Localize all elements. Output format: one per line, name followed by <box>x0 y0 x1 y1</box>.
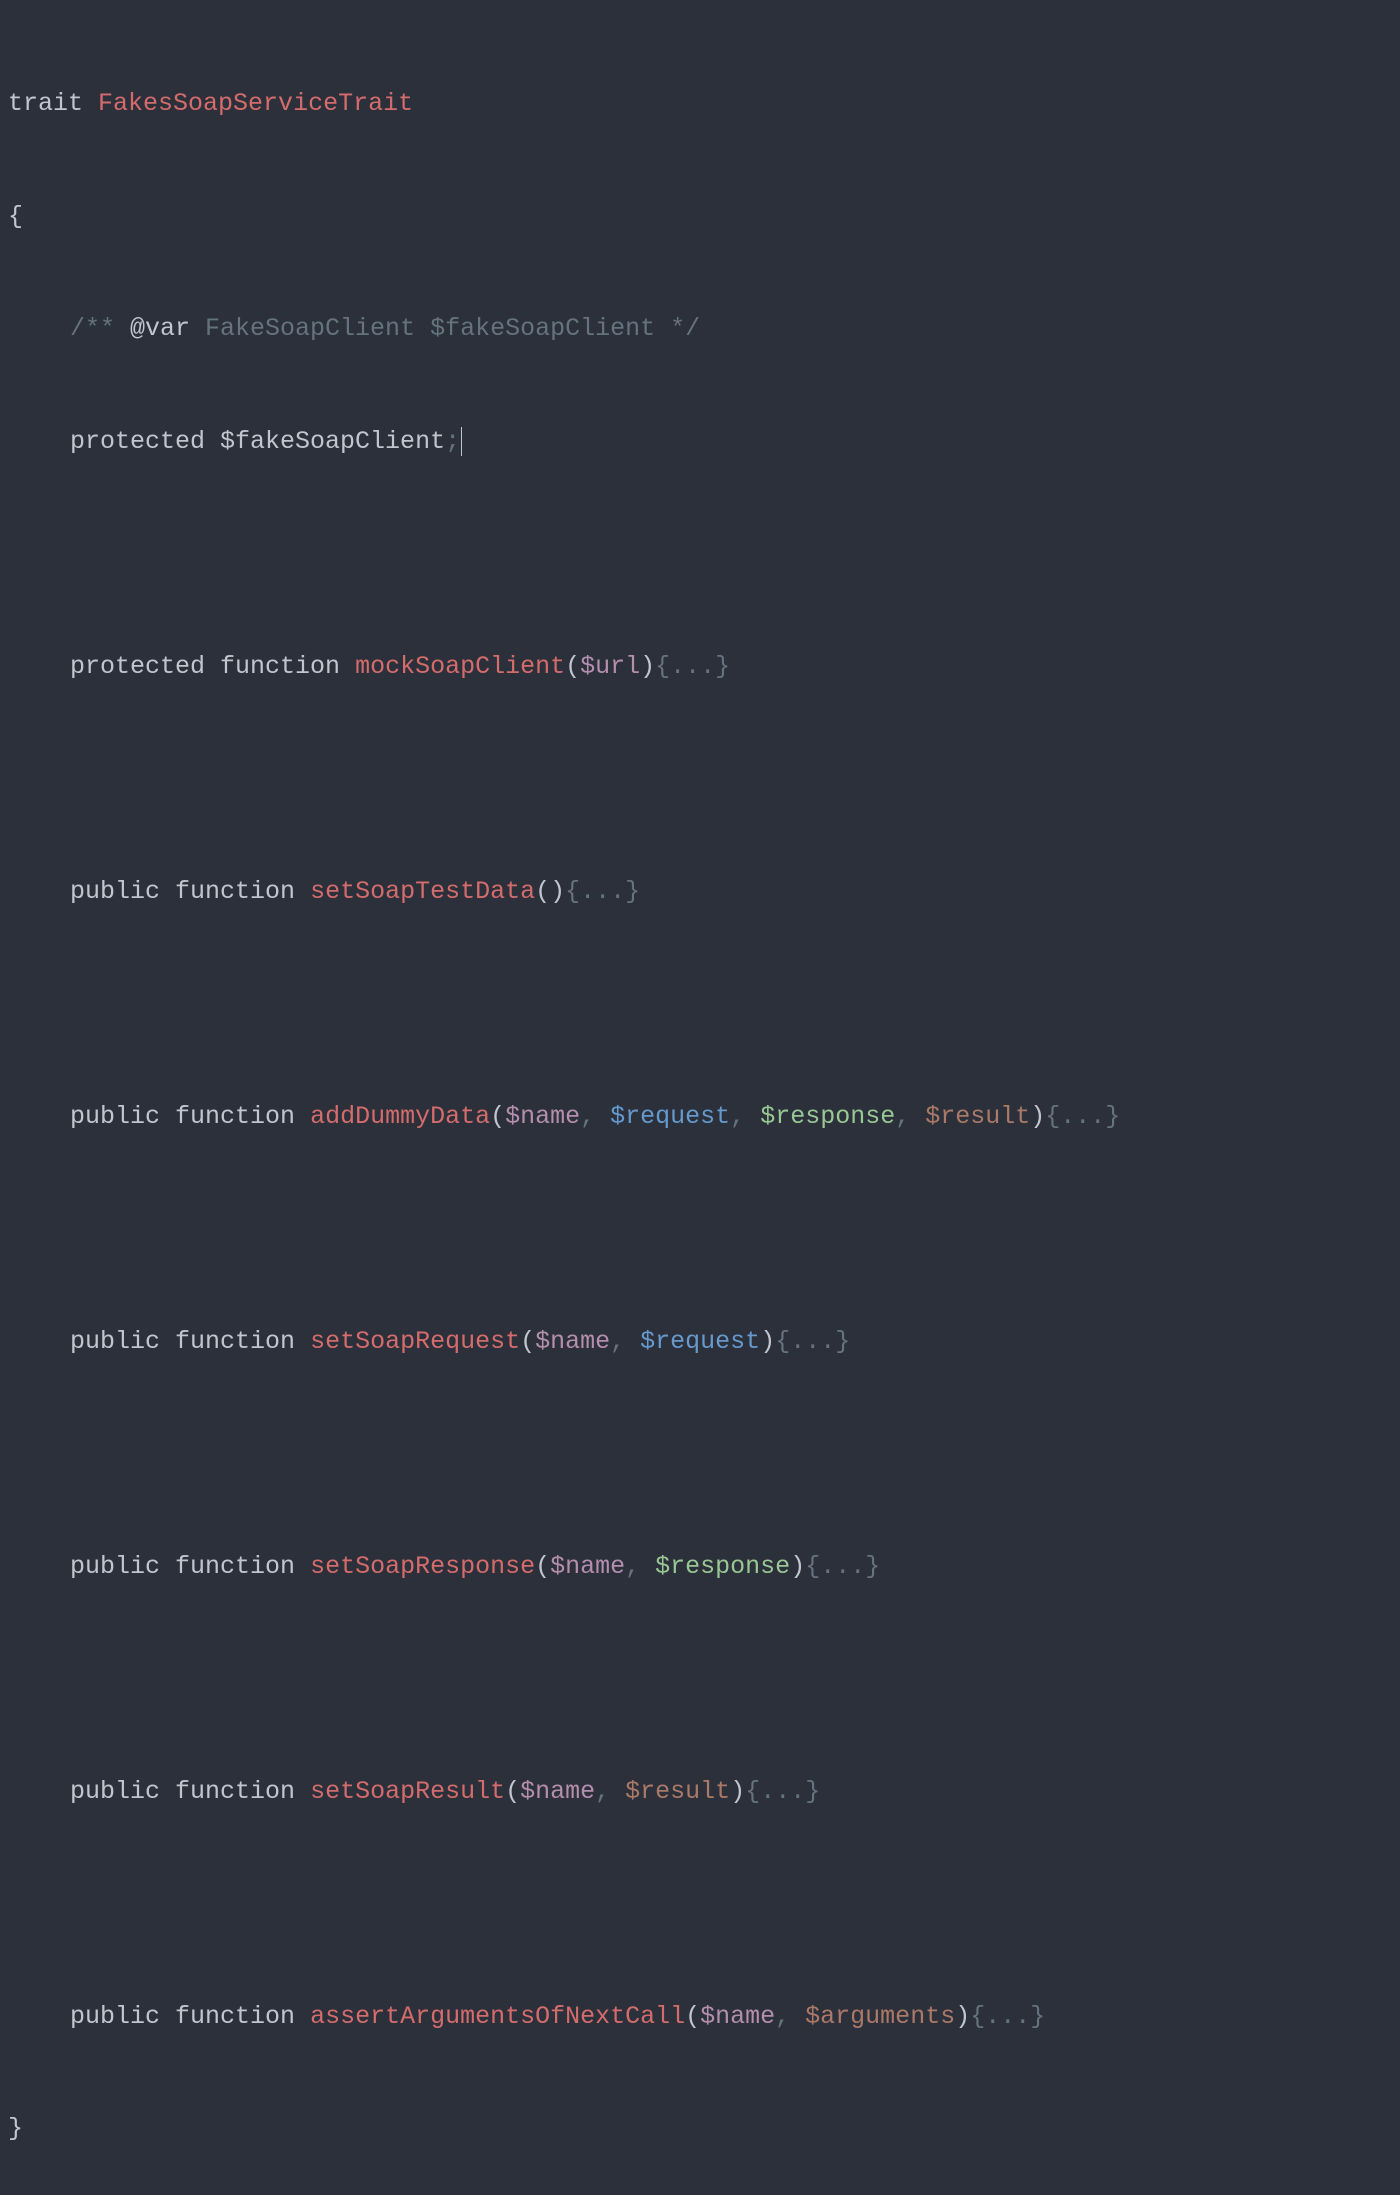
doc-comment-close: */ <box>670 314 700 343</box>
param: $arguments <box>805 2002 955 2031</box>
trait-name: FakesSoapServiceTrait <box>98 89 413 118</box>
paren-close: ) <box>790 1552 805 1581</box>
keyword-function: function <box>175 877 310 906</box>
code-line: trait FakesSoapServiceTrait <box>8 85 1392 123</box>
paren-open: ( <box>520 1327 535 1356</box>
method-setSoapResult: public function setSoapResult($name, $re… <box>8 1773 1392 1811</box>
keyword-function: function <box>175 1102 310 1131</box>
method-setSoapResponse: public function setSoapResponse($name, $… <box>8 1548 1392 1586</box>
close-brace: } <box>8 2114 23 2143</box>
blank-line <box>8 1885 1392 1923</box>
paren-close: ) <box>640 652 655 681</box>
method-name: setSoapResponse <box>310 1552 535 1581</box>
paren-open: ( <box>535 1552 550 1581</box>
param: $name <box>550 1552 625 1581</box>
blank-line <box>8 760 1392 798</box>
param: $request <box>610 1102 730 1131</box>
keyword-function: function <box>220 652 355 681</box>
doc-type: FakeSoapClient <box>205 314 430 343</box>
modifier-protected: protected <box>70 652 220 681</box>
code-line: { <box>8 198 1392 236</box>
paren-open: ( <box>565 652 580 681</box>
code-line: /** @var FakeSoapClient $fakeSoapClient … <box>8 310 1392 348</box>
property-var: $fakeSoapClient <box>220 427 445 456</box>
param: $result <box>625 1777 730 1806</box>
method-assertArgumentsOfNextCall: public function assertArgumentsOfNextCal… <box>8 1998 1392 2036</box>
method-addDummyData: public function addDummyData($name, $req… <box>8 1098 1392 1136</box>
folded-body[interactable]: {...} <box>655 652 730 681</box>
comma: , <box>625 1552 655 1581</box>
paren-open: ( <box>685 2002 700 2031</box>
folded-body[interactable]: {...} <box>565 877 640 906</box>
param: $name <box>520 1777 595 1806</box>
blank-line <box>8 1435 1392 1473</box>
folded-body[interactable]: {...} <box>745 1777 820 1806</box>
modifier-public: public <box>70 877 175 906</box>
paren-open: ( <box>505 1777 520 1806</box>
code-line: protected $fakeSoapClient; <box>8 423 1392 461</box>
paren-open: ( <box>490 1102 505 1131</box>
doc-tag: @var <box>130 314 205 343</box>
open-brace: { <box>8 202 23 231</box>
blank-line <box>8 1660 1392 1698</box>
code-editor-block[interactable]: trait FakesSoapServiceTrait { /** @var F… <box>8 10 1392 2185</box>
blank-line <box>8 1210 1392 1248</box>
semicolon: ; <box>445 427 460 456</box>
comma: , <box>730 1102 760 1131</box>
method-name: mockSoapClient <box>355 652 565 681</box>
folded-body[interactable]: {...} <box>1045 1102 1120 1131</box>
paren-close: ) <box>1030 1102 1045 1131</box>
method-setSoapRequest: public function setSoapRequest($name, $r… <box>8 1323 1392 1361</box>
keyword-function: function <box>175 1552 310 1581</box>
method-name: addDummyData <box>310 1102 490 1131</box>
folded-body[interactable]: {...} <box>805 1552 880 1581</box>
comma: , <box>595 1777 625 1806</box>
param: $name <box>700 2002 775 2031</box>
paren-close: ) <box>955 2002 970 2031</box>
method-name: setSoapResult <box>310 1777 505 1806</box>
modifier-public: public <box>70 2002 175 2031</box>
folded-body[interactable]: {...} <box>775 1327 850 1356</box>
method-mockSoapClient: protected function mockSoapClient($url){… <box>8 648 1392 686</box>
paren-close: ) <box>730 1777 745 1806</box>
folded-body[interactable]: {...} <box>970 2002 1045 2031</box>
paren-close: ) <box>550 877 565 906</box>
keyword-function: function <box>175 2002 310 2031</box>
method-name: setSoapRequest <box>310 1327 520 1356</box>
param: $response <box>760 1102 895 1131</box>
paren-open: ( <box>535 877 550 906</box>
method-setSoapTestData: public function setSoapTestData(){...} <box>8 873 1392 911</box>
comma: , <box>610 1327 640 1356</box>
doc-var: $fakeSoapClient <box>430 314 670 343</box>
param: $name <box>535 1327 610 1356</box>
doc-comment-open: /** <box>70 314 130 343</box>
keyword-trait: trait <box>8 89 83 118</box>
code-line: } <box>8 2110 1392 2148</box>
modifier-public: public <box>70 1102 175 1131</box>
modifier-public: public <box>70 1777 175 1806</box>
method-name: setSoapTestData <box>310 877 535 906</box>
modifier-public: public <box>70 1327 175 1356</box>
param: $url <box>580 652 640 681</box>
text-cursor <box>461 427 462 456</box>
modifier-public: public <box>70 1552 175 1581</box>
comma: , <box>580 1102 610 1131</box>
comma: , <box>895 1102 925 1131</box>
method-name: assertArgumentsOfNextCall <box>310 2002 685 2031</box>
modifier-protected: protected <box>70 427 220 456</box>
param: $request <box>640 1327 760 1356</box>
paren-close: ) <box>760 1327 775 1356</box>
param: $name <box>505 1102 580 1131</box>
keyword-function: function <box>175 1327 310 1356</box>
param: $result <box>925 1102 1030 1131</box>
param: $response <box>655 1552 790 1581</box>
blank-line <box>8 535 1392 573</box>
blank-line <box>8 985 1392 1023</box>
keyword-function: function <box>175 1777 310 1806</box>
comma: , <box>775 2002 805 2031</box>
